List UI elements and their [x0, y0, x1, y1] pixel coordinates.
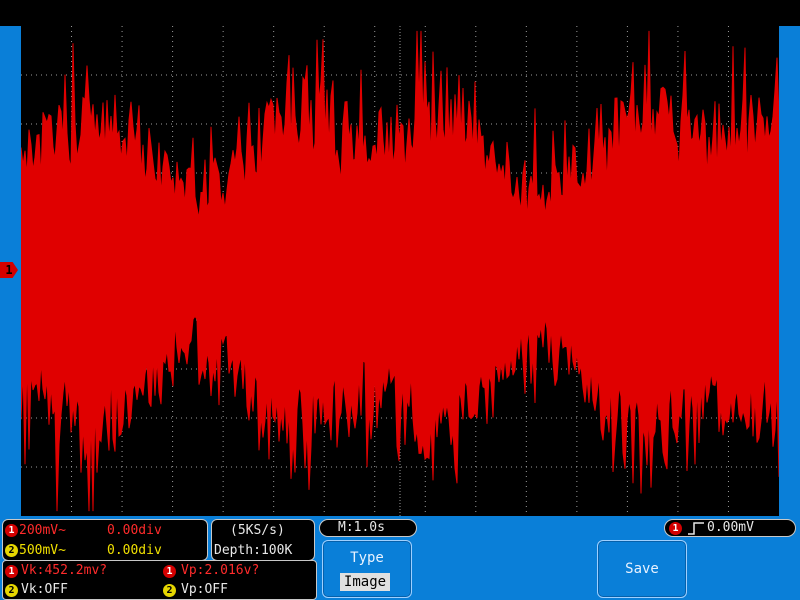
ch2-measure-badge-2: 2 — [163, 584, 176, 597]
channel-1-trace — [21, 30, 779, 512]
channel-1-position: 0.00div — [107, 523, 162, 538]
measurements-panel: 1 Vk:452.2mv? 1 Vp:2.016v? 2 Vk:OFF 2 Vp… — [2, 560, 317, 600]
acquisition-panel: (5KS/s) Depth:100K — [211, 519, 315, 561]
channel-2-scale: 500mV~ — [19, 543, 66, 558]
waveform-display[interactable] — [21, 26, 779, 516]
save-softkey-label: Save — [625, 561, 659, 577]
channel-2-badge: 2 — [5, 544, 18, 557]
ch1-measure-badge-2: 1 — [163, 565, 176, 578]
timebase-value: M:1.0s — [338, 520, 385, 535]
save-softkey[interactable]: Save — [597, 540, 687, 598]
trigger-level: 0.00mV — [707, 520, 754, 535]
channel-settings-panel: 1 200mV~ 0.00div 2 500mV~ 0.00div — [2, 519, 208, 561]
ch1-vp-readout: Vp:2.016v? — [181, 563, 260, 578]
trigger-panel[interactable]: 1 0.00mV — [664, 519, 796, 537]
top-status-bar — [0, 0, 800, 26]
ch2-vk-readout: Vk:OFF — [21, 582, 68, 597]
rising-edge-icon — [688, 522, 704, 535]
timebase-panel[interactable]: M:1.0s — [319, 519, 417, 537]
bottom-info-bar: 1 200mV~ 0.00div 2 500mV~ 0.00div (5KS/s… — [0, 516, 800, 600]
ch1-vk-readout: Vk:452.2mv? — [21, 563, 108, 578]
channel-1-badge: 1 — [5, 524, 18, 537]
waveform-canvas — [21, 26, 779, 516]
memory-depth: Depth:100K — [214, 543, 293, 558]
ch2-vp-readout: Vp:OFF — [181, 582, 228, 597]
type-softkey[interactable]: Type Image — [322, 540, 412, 598]
ch2-measure-badge: 2 — [5, 584, 18, 597]
trigger-channel-badge: 1 — [669, 522, 682, 535]
right-edge-strip — [779, 26, 800, 516]
type-softkey-value: Image — [340, 573, 390, 591]
sample-rate: (5KS/s) — [230, 523, 285, 538]
type-softkey-label: Type — [350, 550, 384, 566]
ch1-measure-badge: 1 — [5, 565, 18, 578]
channel-1-scale: 200mV~ — [19, 523, 66, 538]
channel-2-position: 0.00div — [107, 543, 162, 558]
